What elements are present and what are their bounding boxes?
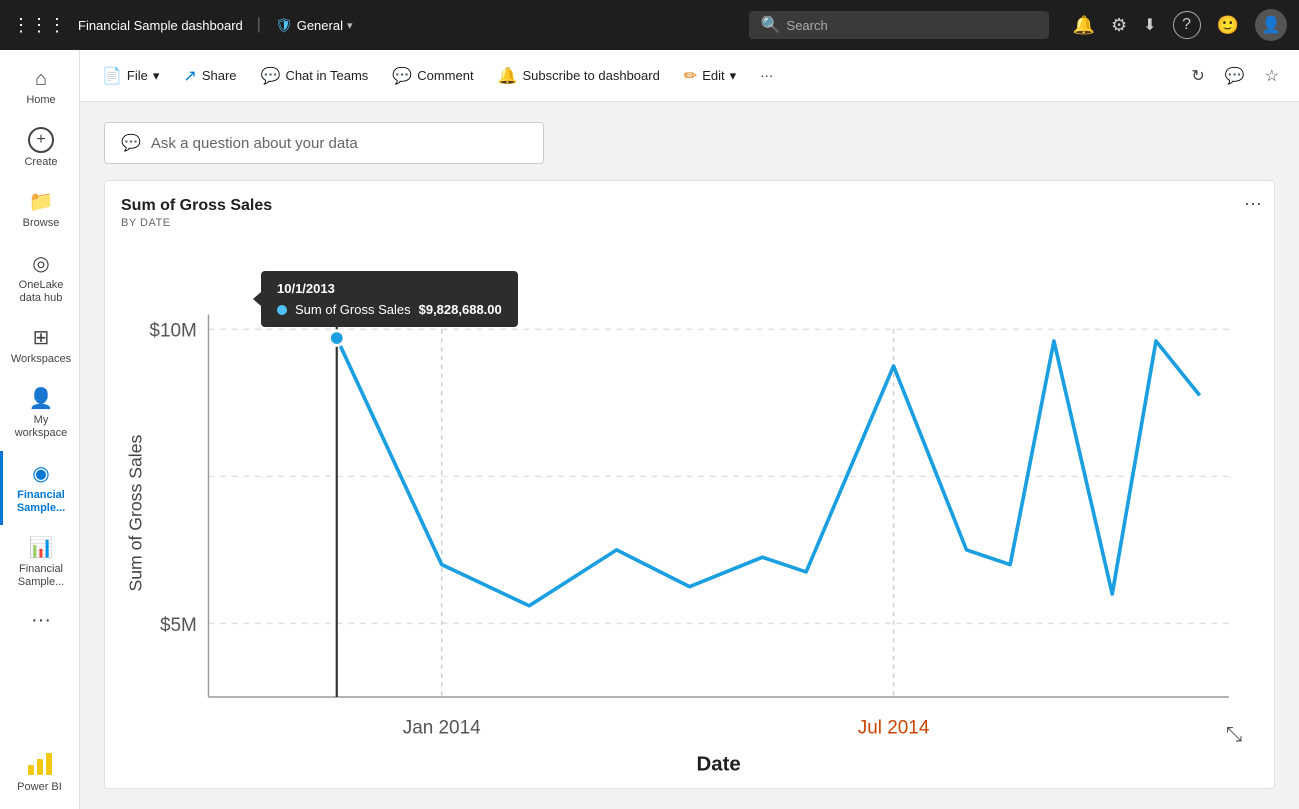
chevron-down-icon: ▾ [347,19,353,32]
chart-card: Sum of Gross Sales BY DATE ··· 10/1/2013… [104,180,1275,789]
subscribe-button[interactable]: 🔔 Subscribe to dashboard [488,60,670,92]
svg-text:Jan 2014: Jan 2014 [403,718,481,739]
feedback-button[interactable]: 🙂 [1217,15,1239,36]
powerbi-label: Power BI [17,781,62,793]
qa-bar[interactable]: 💬 Ask a question about your data [104,122,544,164]
file-chevron: ▾ [153,68,160,84]
powerbi-logo [24,747,56,779]
sidebar-item-browse[interactable]: 📁 Browse [0,179,79,240]
share-label: Share [202,68,237,83]
chart-title: Sum of Gross Sales [121,197,1258,215]
sidebar-item-create-label: Create [24,156,57,169]
line-chart-svg: $10M $5M Jan 2014 Jul 2014 Date Sum of G… [121,241,1258,800]
star-icon: ☆ [1265,68,1279,85]
avatar-icon: 👤 [1261,15,1281,35]
sidebar-item-workspaces-label: Workspaces [11,353,71,366]
favorite-button[interactable]: ☆ [1257,60,1287,92]
home-icon: ⌂ [35,68,47,91]
workspace-button[interactable]: 🛡 General ▾ [275,17,353,34]
main-area: 📄 File ▾ ↗ Share 💬 Chat in Teams 💬 Comme… [80,50,1299,809]
sidebar-item-myworkspace-label: Myworkspace [15,414,68,440]
sidebar-item-home[interactable]: ⌂ Home [0,58,79,117]
subscribe-icon: 🔔 [498,66,518,86]
svg-text:$10M: $10M [149,321,196,342]
top-nav: ⋮⋮⋮ Financial Sample dashboard | 🛡 Gener… [0,0,1299,50]
svg-text:$5M: $5M [160,615,197,636]
sidebar-item-financial-sample[interactable]: ◉ Financial Sample... [0,451,79,525]
sidebar-item-workspaces[interactable]: ⊞ Workspaces [0,315,79,376]
sidebar: ⌂ Home + Create 📁 Browse ◎ OneLakedata h… [0,50,80,809]
financial-sample-icon: ◉ [32,461,49,486]
app-title: Financial Sample dashboard [78,18,243,33]
myworkspace-icon: 👤 [29,386,54,411]
sidebar-item-onelake[interactable]: ◎ OneLakedata hub [0,241,79,315]
search-input[interactable] [787,18,1037,33]
chart-area: 10/1/2013 Sum of Gross Sales $9,828,688.… [121,241,1258,800]
comment-button[interactable]: 💬 Comment [382,60,483,92]
sidebar-item-onelake-label: OneLakedata hub [19,279,64,305]
shield-icon: 🛡 [275,17,293,34]
comment-icon: 💬 [392,66,412,86]
search-bar[interactable]: 🔍 [749,11,1049,39]
help-button[interactable]: ? [1173,11,1201,39]
comment-label: Comment [417,68,473,83]
refresh-icon: ↻ [1191,68,1204,85]
edit-chevron: ▾ [730,68,737,84]
svg-text:Sum of Gross Sales: Sum of Gross Sales [125,434,145,591]
sidebar-item-financial-sample-label: Financial Sample... [7,489,75,515]
chart-subtitle: BY DATE [121,217,1258,229]
sidebar-item-myworkspace[interactable]: 👤 Myworkspace [0,376,79,450]
sidebar-item-more[interactable]: ··· [0,599,79,642]
refresh-button[interactable]: ↻ [1183,60,1212,92]
qa-icon: 💬 [121,133,141,153]
title-divider: | [257,16,261,34]
qa-placeholder: Ask a question about your data [151,135,527,152]
browse-icon: 📁 [29,189,54,214]
share-icon: ↗ [183,66,196,86]
waffle-icon[interactable]: ⋮⋮⋮ [12,15,66,36]
more-options-label: ··· [760,68,773,83]
file-button[interactable]: 📄 File ▾ [92,60,169,92]
download-button[interactable]: ⬇ [1143,15,1156,35]
sidebar-item-financial-report-label: Financial Sample... [7,563,75,589]
sidebar-item-financial-report[interactable]: 📊 Financial Sample... [0,525,79,599]
subscribe-label: Subscribe to dashboard [523,68,660,83]
sidebar-bottom: Power BI [0,739,79,801]
onelake-icon: ◎ [32,251,49,276]
comments-panel-icon: 💬 [1225,68,1245,85]
teams-icon: 💬 [261,66,281,86]
edit-icon: ✏ [684,66,697,86]
create-icon: + [28,127,54,153]
sidebar-item-home-label: Home [26,94,55,107]
avatar[interactable]: 👤 [1255,9,1287,41]
edit-label: Edit [702,68,724,83]
file-label: File [127,68,148,83]
more-icon: ··· [31,609,51,632]
sidebar-item-browse-label: Browse [23,217,60,230]
file-icon: 📄 [102,66,122,86]
svg-text:Date: Date [697,752,741,775]
chat-in-teams-button[interactable]: 💬 Chat in Teams [251,60,379,92]
workspace-name: General [297,18,343,33]
edit-button[interactable]: ✏ Edit ▾ [674,60,746,92]
chat-label: Chat in Teams [285,68,368,83]
financial-report-icon: 📊 [29,535,54,560]
toolbar-right-icons: ↻ 💬 ☆ [1183,60,1287,92]
search-icon: 🔍 [761,15,781,35]
sidebar-item-create[interactable]: + Create [0,117,79,179]
comments-panel-button[interactable]: 💬 [1217,60,1253,92]
content-wrapper: ⌂ Home + Create 📁 Browse ◎ OneLakedata h… [0,50,1299,809]
toolbar: 📄 File ▾ ↗ Share 💬 Chat in Teams 💬 Comme… [80,50,1299,102]
share-button[interactable]: ↗ Share [173,60,246,92]
nav-icons: 🔔 ⚙ ⬇ ? 🙂 👤 [1073,9,1287,41]
settings-button[interactable]: ⚙ [1111,15,1127,36]
more-options-button[interactable]: ··· [750,62,783,89]
page-content: 💬 Ask a question about your data Sum of … [80,102,1299,809]
svg-text:⤡: ⤡ [1226,723,1242,746]
notifications-button[interactable]: 🔔 [1073,15,1095,36]
svg-text:Jul 2014: Jul 2014 [858,718,930,739]
workspaces-icon: ⊞ [33,325,50,350]
chart-menu-button[interactable]: ··· [1244,193,1262,214]
